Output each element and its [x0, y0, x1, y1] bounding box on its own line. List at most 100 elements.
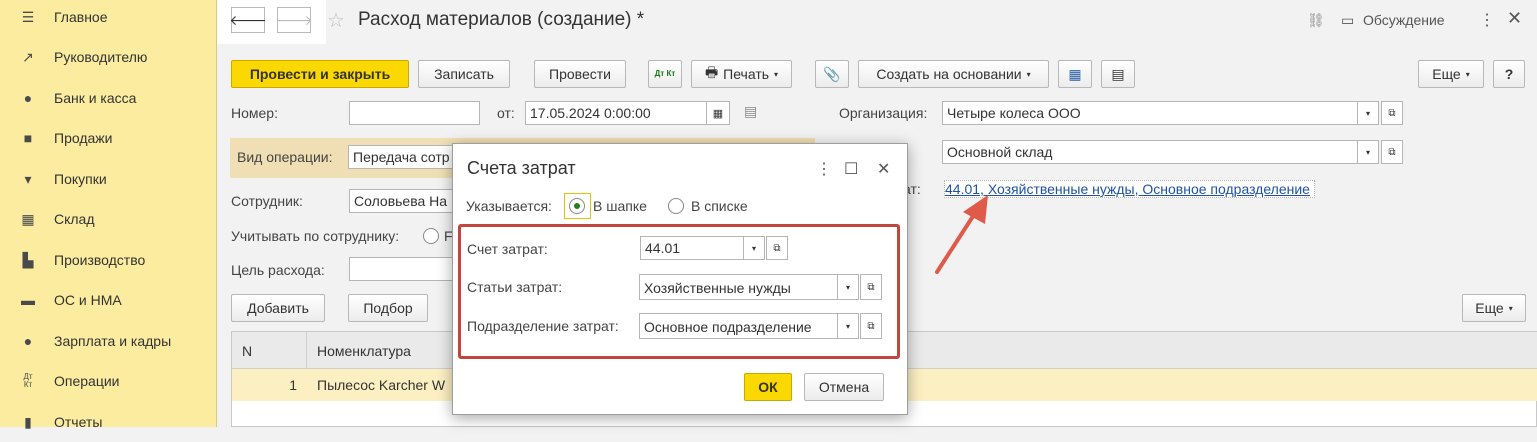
add-row-button[interactable]: Добавить — [231, 294, 325, 322]
sidebar-item-operations[interactable]: Дт Кт Операции — [0, 361, 217, 401]
dt-kt-icon: Дт Кт — [654, 69, 676, 78]
chevron-down-icon: ▾ — [1365, 108, 1370, 118]
account-dropdown[interactable]: ▾ — [743, 236, 765, 260]
more-vert-icon[interactable]: ⋮ — [1479, 10, 1495, 30]
number-field[interactable] — [349, 101, 480, 125]
attach-button[interactable]: 📎 — [815, 60, 849, 88]
account-field[interactable]: 44.01 — [640, 236, 744, 260]
structure-button[interactable]: ▦ — [1058, 60, 1092, 88]
operation-type-label: Вид операции: — [237, 149, 333, 165]
star-icon[interactable]: ☆ — [327, 8, 345, 33]
department-field[interactable]: Основное подразделение — [639, 313, 838, 339]
warehouse-open-button[interactable]: ⧉ — [1381, 140, 1403, 164]
close-icon[interactable]: ✕ — [1507, 8, 1522, 29]
paperclip-icon: 📎 — [823, 65, 841, 82]
organization-dropdown[interactable]: ▾ — [1357, 101, 1379, 125]
sidebar: ☰ Главное ↗ Руководителю ● Банк и касса … — [0, 0, 217, 430]
in-list-option: В списке — [691, 198, 748, 214]
more-button[interactable]: Еще ▾ — [1418, 60, 1484, 88]
warehouse-dropdown[interactable]: ▾ — [1357, 140, 1379, 164]
dt-kt-button[interactable]: Дт Кт — [648, 60, 682, 88]
open-icon: ⧉ — [1388, 146, 1396, 158]
date-field[interactable]: 17.05.2024 0:00:00 — [525, 101, 707, 125]
chevron-down-icon: ▾ — [1026, 69, 1031, 79]
discussion-button[interactable]: Обсуждение — [1363, 12, 1445, 28]
column-header-n[interactable]: N — [232, 332, 307, 369]
sidebar-item-main[interactable]: ☰ Главное — [0, 0, 217, 37]
create-based-label: Создать на основании — [876, 66, 1022, 82]
sidebar-item-bank[interactable]: ● Банк и касса — [0, 78, 217, 118]
cost-items-open-button[interactable]: ⧉ — [860, 274, 882, 300]
cost-accounts-dialog: Счета затрат ⋮ ☐ ✕ Указывается: В шапке … — [452, 143, 908, 415]
cancel-button[interactable]: Отмена — [804, 373, 884, 401]
cost-items-field[interactable]: Хозяйственные нужды — [639, 274, 838, 300]
department-dropdown[interactable]: ▾ — [837, 313, 859, 339]
sidebar-item-label: Главное — [54, 9, 108, 25]
more-label: Еще — [1432, 66, 1461, 82]
sidebar-item-director[interactable]: ↗ Руководителю — [0, 37, 217, 77]
sidebar-item-label: Производство — [54, 252, 146, 268]
in-list-radio[interactable] — [668, 198, 684, 214]
account-by-employee-radio[interactable] — [423, 228, 439, 244]
more-label: Еще — [1475, 300, 1504, 316]
warehouse-field[interactable]: Основной склад — [942, 140, 1358, 164]
chevron-down-icon: ▾ — [845, 282, 850, 292]
table-more-button[interactable]: Еще ▾ — [1462, 294, 1526, 322]
operation-type-field[interactable]: Передача сотр — [348, 145, 458, 169]
open-icon: ⧉ — [773, 242, 781, 254]
department-open-button[interactable]: ⧉ — [860, 313, 882, 339]
date-label: от: — [497, 105, 515, 121]
chevron-down-icon: ▾ — [774, 69, 779, 79]
calendar-button[interactable]: ▦ — [706, 101, 730, 125]
sidebar-item-production[interactable]: ▙ Производство — [0, 240, 217, 280]
organization-open-button[interactable]: ⧉ — [1381, 101, 1403, 125]
sidebar-item-label: ОС и НМА — [54, 292, 122, 308]
sidebar-item-label: Банк и касса — [54, 90, 137, 106]
sidebar-item-reports[interactable]: ▮ Отчеты — [0, 402, 217, 442]
sidebar-item-assets[interactable]: ▬ ОС и НМА — [0, 280, 217, 320]
close-icon[interactable]: ✕ — [877, 159, 890, 179]
in-header-option: В шапке — [593, 198, 647, 214]
link-icon[interactable]: ⛓ — [1307, 12, 1325, 29]
journal-button[interactable]: ▤ — [1101, 60, 1135, 88]
sidebar-item-salary[interactable]: ● Зарплата и кадры — [0, 321, 217, 361]
coin-icon: ● — [23, 90, 33, 106]
cart-icon: ▾ — [24, 170, 32, 187]
discussion-icon[interactable]: ▭ — [1341, 12, 1354, 29]
sidebar-item-purchases[interactable]: ▾ Покупки — [0, 159, 217, 199]
open-icon: ⧉ — [867, 320, 875, 332]
print-button[interactable]: 🖶 Печать ▾ — [691, 60, 792, 88]
sidebar-item-warehouse[interactable]: ▦ Склад — [0, 199, 217, 239]
dialog-title: Счета затрат — [467, 158, 576, 178]
account-open-button[interactable]: ⧉ — [766, 236, 788, 260]
sidebar-item-sales[interactable]: ■ Продажи — [0, 118, 217, 158]
save-button[interactable]: Записать — [418, 60, 510, 88]
maximize-icon[interactable]: ☐ — [844, 159, 858, 179]
more-vert-icon[interactable]: ⋮ — [816, 159, 832, 179]
arrow-right-icon: 🡒 — [275, 11, 313, 28]
cost-accounts-link[interactable]: 44.01, Хозяйственные нужды, Основное под… — [944, 180, 1315, 198]
row-number: 1 — [289, 377, 297, 393]
organization-field[interactable]: Четыре колеса ООО — [942, 101, 1358, 125]
dt-kt-icon: Дт Кт — [23, 372, 33, 389]
pick-button[interactable]: Подбор — [348, 294, 428, 322]
create-based-on-button[interactable]: Создать на основании ▾ — [858, 60, 1049, 88]
cost-items-dropdown[interactable]: ▾ — [837, 274, 859, 300]
ok-button[interactable]: ОК — [744, 373, 792, 401]
page-title: Расход материалов (создание) * — [358, 9, 645, 30]
chevron-down-icon: ▾ — [1508, 303, 1513, 313]
post-button[interactable]: Провести — [534, 60, 626, 88]
back-button[interactable]: 🡐 — [229, 7, 267, 33]
employee-label: Сотрудник: — [231, 193, 303, 209]
employee-field[interactable]: Соловьева На — [349, 189, 459, 213]
sidebar-item-label: Покупки — [54, 171, 107, 187]
hierarchy-icon: ▦ — [1068, 65, 1082, 82]
post-and-close-button[interactable]: Провести и закрыть — [231, 60, 409, 88]
in-header-radio[interactable] — [569, 198, 585, 214]
chevron-down-icon: ▾ — [1465, 69, 1470, 79]
arrow-left-icon: 🡐 — [229, 11, 267, 28]
comment-icon[interactable]: ▤ — [744, 103, 757, 120]
purpose-field[interactable] — [349, 257, 459, 281]
forward-button[interactable]: 🡒 — [275, 7, 313, 33]
help-button[interactable]: ? — [1493, 60, 1525, 88]
